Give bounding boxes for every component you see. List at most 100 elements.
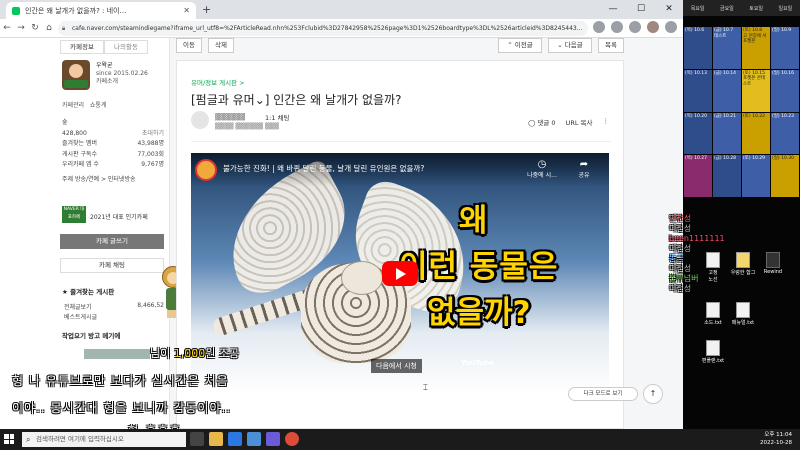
sidebar-links: 카페관리 쇼통계 [62, 100, 106, 109]
article-actions: ◯ 댓글 0 URL 복사 ⋮ [528, 117, 609, 127]
schedule-cell[interactable]: (목) 10.13 [684, 69, 712, 112]
visual-studio-icon[interactable] [247, 432, 261, 446]
desktop-file-icon[interactable]: 소드.txt [700, 302, 726, 326]
desktop-file-icon[interactable]: 고정 노선 [700, 252, 726, 283]
write-post-button[interactable]: 카페 글쓰기 [60, 234, 164, 249]
schedule-cell[interactable]: (금) 10.28 [713, 155, 741, 197]
task-view-icon[interactable] [190, 432, 204, 446]
scroll-top-button[interactable]: ↑ [643, 384, 663, 404]
copy-url-button[interactable]: URL 복사 [566, 117, 593, 127]
header-cell: 금요일 [719, 5, 734, 12]
chat-link[interactable]: 1:1 채팅 [265, 112, 290, 122]
taskbar-search[interactable]: 검색하려면 여기에 입력하십시오 [22, 432, 186, 447]
move-button[interactable]: 이동 [176, 38, 202, 53]
desktop-file-icon[interactable]: 메뉴얼.txt [730, 302, 756, 326]
link-stats[interactable]: 쇼통계 [90, 102, 107, 109]
desktop-file-icon[interactable]: Rewind [760, 252, 786, 275]
chevron-down-icon: ⌄ [557, 41, 565, 49]
profile-avatar[interactable] [647, 21, 659, 33]
menu-dots-icon[interactable] [665, 21, 677, 33]
app-icon[interactable] [266, 432, 280, 446]
desktop-file-icon[interactable]: 우렁한 합그 [730, 252, 756, 276]
schedule-cell[interactable]: (일) 10.23 [771, 112, 799, 155]
system-clock[interactable]: 오후 11:04 2022-10-28 [760, 431, 792, 447]
author-name[interactable]: ▓▓▓▓▓▓ [215, 113, 245, 121]
schedule-cell[interactable]: (금) 10.14 [713, 69, 741, 112]
next-post-button[interactable]: ⌄ 다음글 [548, 38, 592, 53]
schedule-cell[interactable]: (목) 10.27 [684, 155, 712, 197]
author-avatar[interactable] [191, 111, 209, 129]
forward-icon[interactable]: → [14, 23, 28, 33]
board-label: 베스트게시글 [64, 314, 98, 321]
share-button[interactable]: ➦ 공유 [567, 159, 601, 179]
delete-button[interactable]: 삭제 [208, 38, 234, 53]
cafe-page: 카페정보 나의활동 우왁굳 since 2015.02.26 카페소개 카페관리… [0, 38, 683, 429]
tab-strip: 인간은 왜 날개가 없을까? : 네이… ✕ + — ☐ ✕ [0, 0, 683, 19]
invite-link[interactable]: 초대하기 [142, 129, 164, 140]
file-label: 고정 노선 [708, 270, 718, 283]
reload-icon[interactable]: ↻ [28, 23, 42, 33]
youtube-embed[interactable]: 불가능한 진화! | 왜 바퀴 달린 동물, 날개 달린 유인원은 없을까? ◷… [191, 153, 609, 393]
bookmark-star-icon[interactable] [611, 21, 623, 33]
board-link[interactable]: 전체글보기 8,466,52 [64, 302, 164, 311]
schedule-cell[interactable]: (일) 10.9 [771, 27, 799, 69]
share-icon[interactable] [593, 21, 605, 33]
schedule-cell[interactable]: (일) 10.16 [771, 69, 799, 112]
board-link[interactable]: 베스트게시글 [64, 312, 164, 321]
next-label: 다음글 [564, 41, 583, 49]
schedule-cell[interactable]: (목) 10.20 [684, 112, 712, 155]
minimize-icon[interactable]: — [599, 0, 627, 19]
schedule-cell[interactable]: (금) 10.7 테스트 [713, 27, 741, 69]
schedule-cell[interactable]: (토) 10.8 고 현장에 서 포켓몬 [742, 27, 770, 69]
browser-tab[interactable]: 인간은 왜 날개가 없을까? : 네이… ✕ [6, 2, 196, 19]
app-icon[interactable] [228, 432, 242, 446]
close-window-icon[interactable]: ✕ [655, 0, 683, 19]
back-icon[interactable]: ← [0, 23, 14, 33]
home-icon[interactable]: ⌂ [42, 23, 56, 33]
chat-line: 인천성 [669, 214, 692, 223]
profile-sub[interactable]: 카페소개 [96, 78, 148, 86]
schedule-cell[interactable]: (일) 10.30 [771, 155, 799, 197]
tab-cafe-info[interactable]: 카페정보 [60, 40, 104, 54]
extensions-icon[interactable] [629, 21, 641, 33]
chrome-icon[interactable] [285, 432, 299, 446]
maximize-icon[interactable]: ☐ [627, 0, 655, 19]
schedule-cell[interactable]: (금) 10.21 [713, 112, 741, 155]
link-cafe-manage[interactable]: 카페관리 [62, 102, 84, 109]
file-label: Rewind [763, 269, 783, 275]
dark-mode-button[interactable]: 다크 모드로 보기 [568, 387, 638, 401]
video-title[interactable]: 불가능한 진화! | 왜 바퀴 달린 동물, 날개 달린 유인원은 없을까? [223, 163, 424, 174]
tab-my-activity[interactable]: 나의활동 [104, 40, 148, 54]
watch-later-button[interactable]: ◷ 나중에 시... [525, 159, 559, 179]
thumbnail-text: 없을까? [427, 295, 531, 331]
schedule-cell[interactable]: (토) 10.15 포켓몬 콘테스트 [742, 69, 770, 112]
new-tab-icon[interactable]: + [202, 3, 211, 16]
watch-on-youtube[interactable]: 다음에서 시청 [371, 359, 422, 373]
board-category-link[interactable]: 유머/정보 게시판 > [191, 77, 245, 87]
member-count[interactable]: 428,800 [62, 129, 87, 140]
list-button[interactable]: 목록 [598, 38, 624, 53]
donation-amount: 1,000 [173, 347, 206, 360]
watch-later-label: 나중에 시... [527, 172, 557, 179]
post-meta: ▓▓▓▓ ▓▓▓▓▓▓ ▓▓▓ [215, 123, 279, 130]
profile-name[interactable]: 우왁굳 [96, 62, 113, 69]
address-bar[interactable]: 🔒︎ cafe.naver.com/steamindiegame?iframe_… [58, 21, 588, 36]
prev-post-button[interactable]: ⌃ 이전글 [498, 38, 542, 53]
article-top-buttons: 이동 삭제 ⌃ 이전글 ⌄ 다음글 목록 [176, 38, 636, 53]
play-button-icon[interactable] [382, 261, 418, 286]
windows-start-icon[interactable] [4, 434, 14, 444]
stat-value: 43,988명 [137, 140, 164, 147]
cafe-chat-button[interactable]: 카페 채팅 [60, 258, 164, 273]
more-options-icon[interactable]: ⋮ [603, 117, 610, 127]
desktop-file-icon[interactable]: 편플랜.txt [700, 340, 726, 364]
close-tab-icon[interactable]: ✕ [183, 6, 190, 15]
comments-link[interactable]: ◯ 댓글 0 [528, 117, 556, 127]
profile-info: 우왁굳 since 2015.02.26 카페소개 [96, 62, 148, 86]
channel-logo[interactable] [195, 159, 217, 181]
schedule-cell[interactable]: (토) 10.29 [742, 155, 770, 197]
cafe-profile-image [62, 60, 90, 90]
youtube-logo[interactable]: YouTube [461, 359, 494, 367]
schedule-cell[interactable]: (목) 10.6 [684, 27, 712, 69]
file-explorer-icon[interactable] [209, 432, 223, 446]
schedule-cell[interactable]: (토) 10.22 [742, 112, 770, 155]
